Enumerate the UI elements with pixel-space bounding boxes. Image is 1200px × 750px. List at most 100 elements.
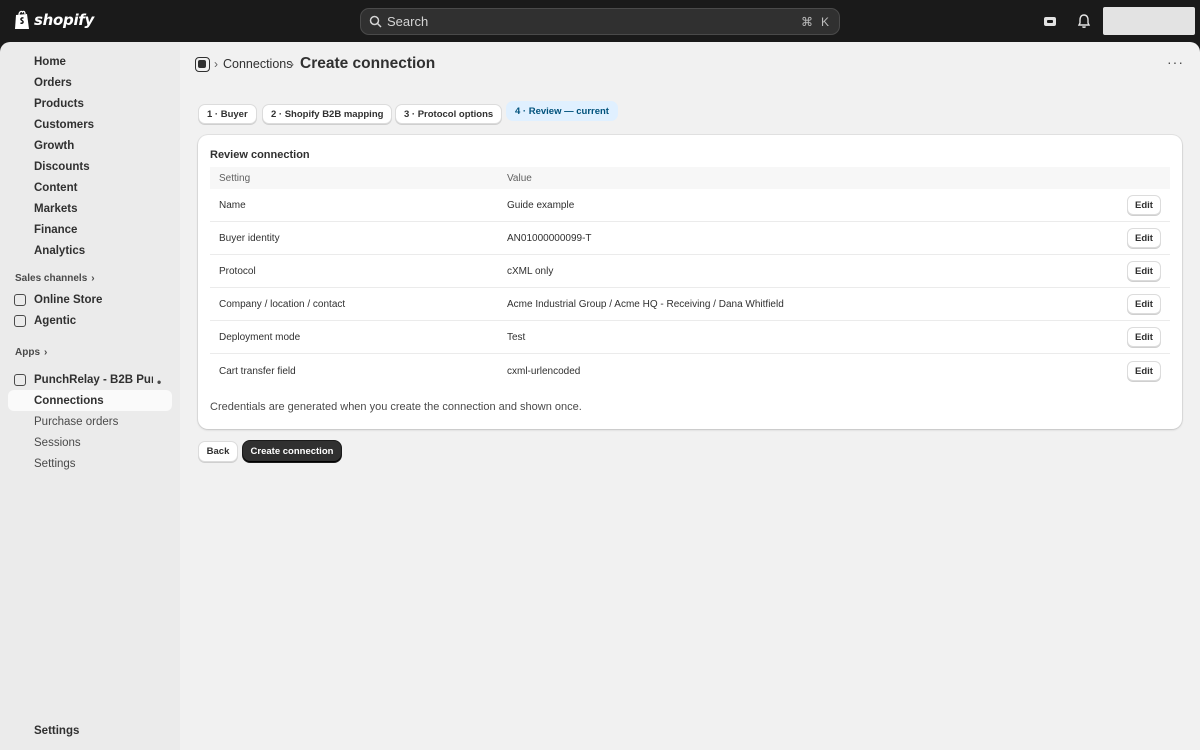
main-content: › Connections › Create connection ··· 1 … [180,42,1200,750]
create-connection-button[interactable]: Create connection [243,441,341,462]
shopify-bag-icon [15,10,29,29]
row-value: Acme Industrial Group / Acme HQ - Receiv… [507,299,784,310]
sidebar-item-app-settings[interactable]: Settings [8,453,172,474]
sidebar-item-customers[interactable]: Customers [8,114,172,135]
bell-icon[interactable] [1075,12,1093,30]
account-menu[interactable] [1103,7,1195,35]
row-setting: Name [219,200,246,211]
edit-name-button[interactable]: Edit [1127,195,1161,215]
chevron-right-icon: › [290,57,294,71]
sidebar-item-agentic[interactable]: Agentic [8,310,172,331]
sidebar-item-label: PunchRelay - B2B Punc... [34,373,153,386]
sidebar-item-orders[interactable]: Orders [8,72,172,93]
shortcut-k-key: K [820,14,829,29]
sidebar-item-label: Connections [34,394,104,407]
sidebar-item-label: Settings [34,724,80,737]
table-row: Protocol cXML only Edit [210,255,1170,288]
sidebar-item-label: Products [34,97,84,110]
table-row: Buyer identity AN01000000099-T Edit [210,222,1170,255]
sidebar-item-label: Customers [34,118,95,131]
step-buyer[interactable]: 1 · Buyer [198,104,257,124]
sidebar-item-label: Purchase orders [34,415,119,428]
edit-deployment-mode-button[interactable]: Edit [1127,327,1161,347]
table-row: Name Guide example Edit [210,189,1170,222]
search-placeholder: Search [387,14,429,29]
sidebar-item-label: Content [34,181,78,194]
row-setting: Company / location / contact [219,299,346,310]
row-value: AN01000000099-T [507,233,592,244]
sidebar-item-label: Agentic [34,314,77,327]
chevron-right-icon: › [44,347,48,358]
edit-buyer-identity-button[interactable]: Edit [1127,228,1161,248]
edit-cart-transfer-button[interactable]: Edit [1127,361,1161,381]
sidebar-item-markets[interactable]: Markets [8,198,172,219]
top-bar: shopify Search ⌘ K [0,0,1200,42]
sidebar-item-content[interactable]: Content [8,177,172,198]
more-actions-icon[interactable]: ··· [1167,54,1184,70]
sidebar-item-label: Settings [34,457,76,470]
step-review-current: 4 · Review — current [506,101,618,121]
search-bar[interactable]: Search ⌘ K [360,8,840,35]
sidebar-item-online-store[interactable]: Online Store [8,289,172,310]
review-card: Review connection Setting Value Name Gui… [198,135,1182,429]
search-icon [369,15,382,28]
table-header: Setting Value [210,167,1170,189]
page-title: Create connection [300,55,436,72]
row-value: cXML only [507,266,554,277]
edit-company-button[interactable]: Edit [1127,294,1161,314]
sidebar-item-label: Markets [34,202,78,215]
sidebar-item-analytics[interactable]: Analytics [8,240,172,261]
step-label: 4 · Review — current [515,105,609,117]
sidebar-item-label: Online Store [34,293,103,306]
sidebar-item-label: Growth [34,139,75,152]
credentials-note: Credentials are generated when you creat… [210,401,582,413]
chevron-right-icon: › [91,273,95,284]
app-more-icon[interactable]: • [157,375,161,389]
shortcut-cmd-key: ⌘ [800,14,813,29]
sidebar-item-label: Discounts [34,160,90,173]
sidebar-item-label: Finance [34,223,78,236]
store-icon[interactable] [1041,12,1059,30]
table-row: Company / location / contact Acme Indust… [210,288,1170,321]
sidebar-item-sessions[interactable]: Sessions [8,432,172,453]
breadcrumb-connections[interactable]: Connections [223,57,293,71]
chevron-right-icon: › [214,57,218,71]
table-row: Cart transfer field cxml-urlencoded Edit [210,355,1170,388]
apps-label: Apps [15,347,40,358]
sidebar-item-settings[interactable]: Settings [8,720,172,741]
edit-protocol-button[interactable]: Edit [1127,261,1161,281]
sidebar-item-purchase-orders[interactable]: Purchase orders [8,411,172,432]
sidebar-item-discounts[interactable]: Discounts [8,156,172,177]
table-row: Deployment mode Test Edit [210,321,1170,354]
shopify-wordmark: shopify [34,11,94,29]
row-value: Guide example [507,200,575,211]
sidebar-item-punchrelay[interactable]: PunchRelay - B2B Punc... [8,369,153,390]
row-value: Test [507,332,526,343]
sidebar-item-label: Analytics [34,244,86,257]
row-setting: Protocol [219,266,256,277]
row-value: cxml-urlencoded [507,366,581,377]
step-label: 2 · Shopify B2B mapping [271,108,384,120]
sidebar-item-products[interactable]: Products [8,93,172,114]
apps-header[interactable]: Apps › [15,347,47,358]
back-button[interactable]: Back [198,441,238,462]
column-header-value: Value [507,173,532,184]
row-setting: Buyer identity [219,233,280,244]
step-protocol-options[interactable]: 3 · Protocol options [395,104,503,124]
sidebar-item-label: Orders [34,76,72,89]
step-b2b-mapping[interactable]: 2 · Shopify B2B mapping [262,104,393,124]
sales-channels-header[interactable]: Sales channels › [15,273,95,284]
app-icon[interactable] [195,57,210,72]
row-setting: Deployment mode [219,332,301,343]
step-label: 3 · Protocol options [404,108,494,120]
sidebar-item-finance[interactable]: Finance [8,219,172,240]
sidebar-item-home[interactable]: Home [8,51,172,72]
row-setting: Cart transfer field [219,366,296,377]
sidebar-item-connections[interactable]: Connections [8,390,172,411]
sidebar: Home Orders Products Customers Growth Di… [0,42,180,750]
card-title: Review connection [210,149,310,161]
sidebar-item-growth[interactable]: Growth [8,135,172,156]
sales-channels-label: Sales channels [15,273,88,284]
sidebar-item-label: Home [34,55,66,68]
shopify-logo[interactable]: shopify [14,10,94,30]
